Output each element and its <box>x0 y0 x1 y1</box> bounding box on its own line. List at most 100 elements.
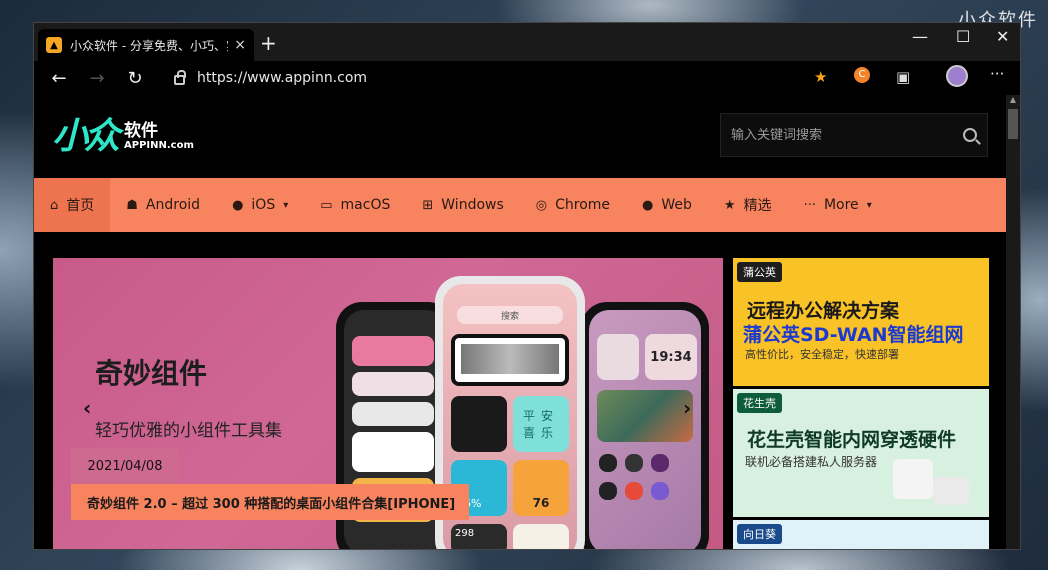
web-page: 小众 软件 APPINN.com ⌂ 首页 ☗ Android ● <box>34 95 1008 549</box>
app-icon <box>625 454 643 472</box>
chevron-down-icon: ▾ <box>283 199 289 211</box>
maximize-button[interactable]: ☐ <box>956 27 970 46</box>
tab-title: 小众软件 - 分享免费、小巧、实用 <box>70 38 228 53</box>
lock-icon <box>174 70 186 85</box>
nav-item-android[interactable]: ☗ Android <box>110 178 216 232</box>
collections-icon[interactable]: ▣ <box>896 68 910 86</box>
hardware-image <box>893 459 933 499</box>
close-tab-icon[interactable]: × <box>234 37 246 53</box>
logo-text: 软件 APPINN.com <box>124 122 194 152</box>
site-logo[interactable]: 小众 软件 APPINN.com <box>52 119 194 155</box>
apple-icon: ● <box>232 197 244 213</box>
ad-desc: 联机必备搭建私人服务器 <box>745 455 878 469</box>
logo-mark: 小众 <box>52 116 120 157</box>
widget-card <box>352 336 434 366</box>
browser-window: ▲ 小众软件 - 分享免费、小巧、实用 × + — ☐ ✕ ← → ↻ http… <box>33 22 1021 550</box>
next-slide-button[interactable]: › <box>683 396 691 420</box>
minimize-button[interactable]: — <box>912 27 928 46</box>
android-icon: ☗ <box>126 197 138 213</box>
ad-badge: 向日葵 <box>737 524 782 544</box>
featured-slider[interactable]: 19:34 搜索 平安喜乐 26% 76 298 ‹ › 奇妙组件 轻巧优雅的小… <box>53 258 723 549</box>
nav-item-more[interactable]: ··· More ▾ <box>788 178 888 232</box>
windows-icon: ⊞ <box>422 197 434 213</box>
main-content: 19:34 搜索 平安喜乐 26% 76 298 ‹ › 奇妙组件 轻巧优雅的小… <box>34 232 1008 549</box>
nav-item-windows[interactable]: ⊞ Windows <box>406 178 519 232</box>
widget-card <box>352 372 434 396</box>
widget-card <box>352 402 434 426</box>
close-window-button[interactable]: ✕ <box>996 27 1009 46</box>
forward-button[interactable]: → <box>78 68 116 89</box>
ad-banner-sunlogin[interactable]: 向日葵 <box>733 520 989 549</box>
logo-cn: 软件 <box>124 121 159 141</box>
phone-search-bar: 搜索 <box>457 306 563 324</box>
search-box <box>720 113 988 157</box>
chevron-down-icon: ▾ <box>866 199 872 211</box>
ad-badge: 花生壳 <box>737 393 782 413</box>
app-icon <box>651 482 669 500</box>
title-bar: ▲ 小众软件 - 分享免费、小巧、实用 × + — ☐ ✕ <box>34 23 1020 61</box>
ad-banner-pgyer[interactable]: 蒲公英 远程办公解决方案 蒲公英SD-WAN智能组网 高性价比，安全稳定，快速部… <box>733 258 989 386</box>
scroll-thumb[interactable] <box>1008 109 1018 139</box>
search-icon[interactable] <box>963 128 977 142</box>
star-icon: ★ <box>723 197 736 213</box>
url-text: https://www.appinn.com <box>197 70 368 86</box>
nav-label: 精选 <box>743 198 772 214</box>
app-icon <box>651 454 669 472</box>
url-field[interactable]: https://www.appinn.com <box>162 64 842 92</box>
widget-card <box>513 524 569 549</box>
extension-icon[interactable]: C <box>854 67 870 83</box>
more-menu-icon[interactable]: ··· <box>990 65 1004 83</box>
desktop-icon: ▭ <box>320 197 333 213</box>
nav-item-macos[interactable]: ▭ macOS <box>304 178 406 232</box>
ad-subtitle: 蒲公英SD-WAN智能组网 <box>743 324 964 346</box>
globe-icon: ● <box>642 197 654 213</box>
phone-screen: 19:34 <box>589 310 701 549</box>
address-bar: ← → ↻ https://www.appinn.com ★ C ▣ ··· <box>34 61 1020 95</box>
reload-button[interactable]: ↻ <box>116 68 154 89</box>
main-navbar: ⌂ 首页 ☗ Android ● iOS ▾ ▭ macOS ⊞ Windows… <box>34 178 1008 232</box>
photo-content <box>461 344 559 374</box>
ad-desc: 高性价比，安全稳定，快速部署 <box>745 348 899 361</box>
photo-widget <box>451 334 569 386</box>
ad-title: 花生壳智能内网穿透硬件 <box>747 429 957 451</box>
nav-label: Web <box>661 197 692 213</box>
search-input[interactable] <box>731 127 963 143</box>
profile-avatar[interactable] <box>946 65 968 87</box>
slide-title: 奇妙组件 <box>95 357 208 390</box>
nav-label: Windows <box>441 197 504 213</box>
phone-mockup-right: 19:34 <box>581 302 709 549</box>
ad-title: 远程办公解决方案 <box>747 300 900 322</box>
count-widget: 76 <box>513 460 569 516</box>
prev-slide-button[interactable]: ‹ <box>83 396 91 420</box>
nav-label: iOS <box>251 197 276 213</box>
post-title-link[interactable]: 奇妙组件 2.0 – 超过 300 种搭配的桌面小组件合集[IPHONE] <box>71 484 469 520</box>
widget-card <box>597 334 639 380</box>
back-button[interactable]: ← <box>40 68 78 89</box>
new-tab-button[interactable]: + <box>260 31 277 55</box>
nav-label: More <box>823 197 859 213</box>
page-scrollbar[interactable]: ▲ <box>1006 95 1020 549</box>
app-icon <box>599 454 617 472</box>
favicon-icon: ▲ <box>46 37 62 53</box>
nav-item-web[interactable]: ● Web <box>626 178 708 232</box>
favorite-star-icon[interactable]: ★ <box>814 68 827 86</box>
text-widget: 平安喜乐 <box>513 396 569 452</box>
nav-item-chrome[interactable]: ◎ Chrome <box>520 178 626 232</box>
nav-label: Android <box>145 197 201 213</box>
nav-item-home[interactable]: ⌂ 首页 <box>34 178 111 232</box>
scroll-up-icon[interactable]: ▲ <box>1006 95 1020 107</box>
clock-widget <box>451 396 507 452</box>
app-icon <box>599 482 617 500</box>
time-widget: 19:34 <box>645 334 697 380</box>
home-icon: ⌂ <box>50 197 59 213</box>
browser-tab[interactable]: ▲ 小众软件 - 分享免费、小巧、实用 × <box>38 29 254 61</box>
nav-label: macOS <box>340 197 391 213</box>
chrome-icon: ◎ <box>535 197 548 213</box>
ad-banner-oray[interactable]: 花生壳 花生壳智能内网穿透硬件 联机必备搭建私人服务器 <box>733 389 989 517</box>
nav-item-ios[interactable]: ● iOS ▾ <box>216 178 304 232</box>
nav-label: 首页 <box>66 198 95 214</box>
nav-item-featured[interactable]: ★ 精选 <box>708 178 788 232</box>
post-date: 2021/04/08 <box>71 448 179 484</box>
number-widget: 298 <box>451 524 507 549</box>
map-widget <box>597 390 693 442</box>
